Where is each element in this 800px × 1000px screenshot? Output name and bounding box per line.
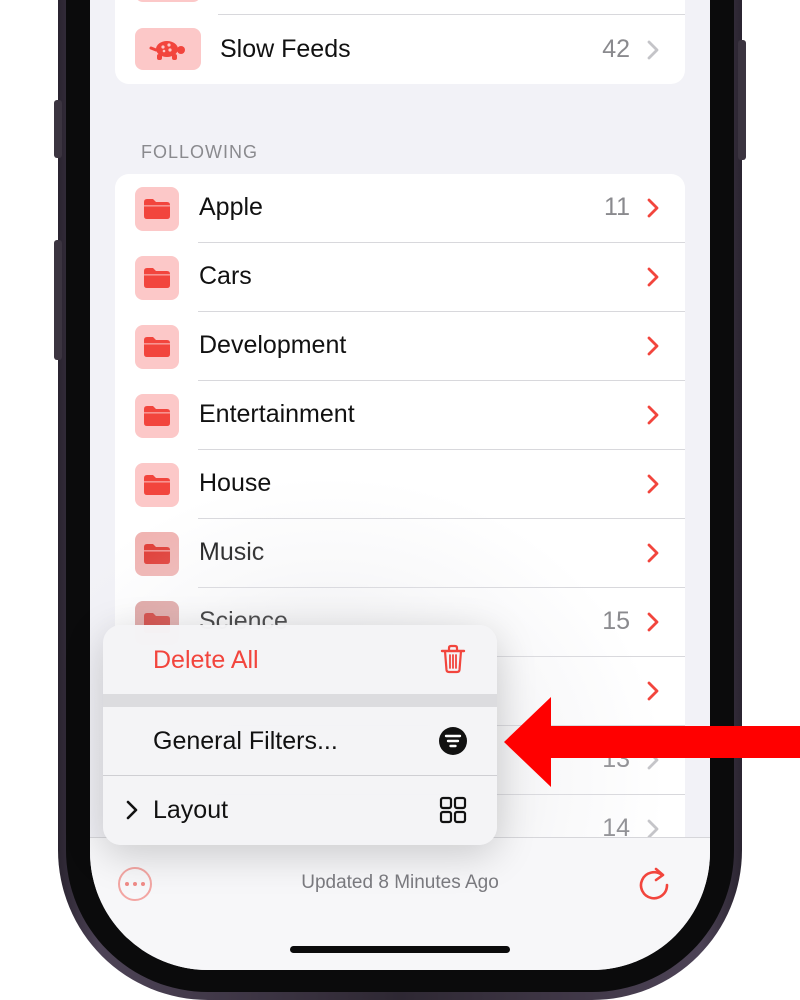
general-filters-menu-item[interactable]: General Filters...: [103, 707, 497, 775]
chevron-right-icon: [647, 198, 659, 218]
layout-label: Layout: [153, 796, 229, 824]
folder-icon: [135, 325, 179, 369]
list-item-label: Development: [199, 331, 347, 359]
chevron-right-icon: [647, 336, 659, 356]
list-item-label: Music: [199, 538, 265, 566]
slow-feeds-row[interactable]: Slow Feeds 42: [115, 15, 685, 84]
list-item[interactable]: Entertainment: [115, 381, 685, 450]
update-status: Updated 8 Minutes Ago: [301, 872, 499, 893]
slow-feeds-label: Slow Feeds: [220, 35, 351, 63]
list-item[interactable]: Development: [115, 312, 685, 381]
list-item[interactable]: House: [115, 450, 685, 519]
list-item-label: Apple: [199, 193, 263, 221]
context-menu: Delete All General Filters... Layout: [103, 625, 497, 845]
menu-group-separator: [103, 694, 497, 707]
delete-all-menu-item[interactable]: Delete All: [103, 625, 497, 694]
folder-icon: [135, 394, 179, 438]
trash-icon: [440, 644, 466, 674]
turtle-icon: [135, 28, 201, 70]
grid-icon: [439, 796, 467, 824]
list-item-label: Cars: [199, 262, 252, 290]
chevron-right-icon: [647, 405, 659, 425]
chevron-right-icon: [647, 40, 659, 60]
chevron-right-icon: [647, 612, 659, 632]
chevron-right-icon: [647, 819, 659, 839]
list-item-count: 15: [602, 607, 630, 635]
annotation-arrow-icon: [504, 697, 800, 787]
delete-all-label: Delete All: [153, 646, 259, 674]
folder-icon: [135, 187, 179, 231]
list-item-label: House: [199, 469, 272, 497]
slow-feeds-count: 42: [602, 35, 630, 63]
chevron-right-icon: [647, 474, 659, 494]
chevron-right-icon: [647, 267, 659, 287]
volume-button-down: [54, 240, 62, 360]
partially-hidden-row-icon: [135, 0, 201, 2]
list-item-count: 11: [604, 193, 630, 221]
chevron-right-icon: [126, 800, 138, 820]
list-item[interactable]: Music: [115, 519, 685, 588]
chevron-right-icon: [647, 543, 659, 563]
following-section-header: FOLLOWING: [141, 142, 259, 162]
list-item-label: Entertainment: [199, 400, 355, 428]
folder-icon: [135, 463, 179, 507]
list-item[interactable]: Apple 11: [115, 174, 685, 243]
folder-icon: [135, 256, 179, 300]
folder-icon: [135, 532, 179, 576]
general-filters-label: General Filters...: [153, 727, 338, 755]
side-button: [738, 40, 746, 160]
filter-icon: [439, 727, 467, 755]
home-indicator[interactable]: [290, 946, 510, 953]
refresh-icon[interactable]: [634, 864, 674, 904]
volume-button-up: [54, 100, 62, 158]
list-item[interactable]: Cars: [115, 243, 685, 312]
layout-menu-item[interactable]: Layout: [103, 776, 497, 845]
feeds-group-card: Slow Feeds 42: [115, 0, 685, 84]
